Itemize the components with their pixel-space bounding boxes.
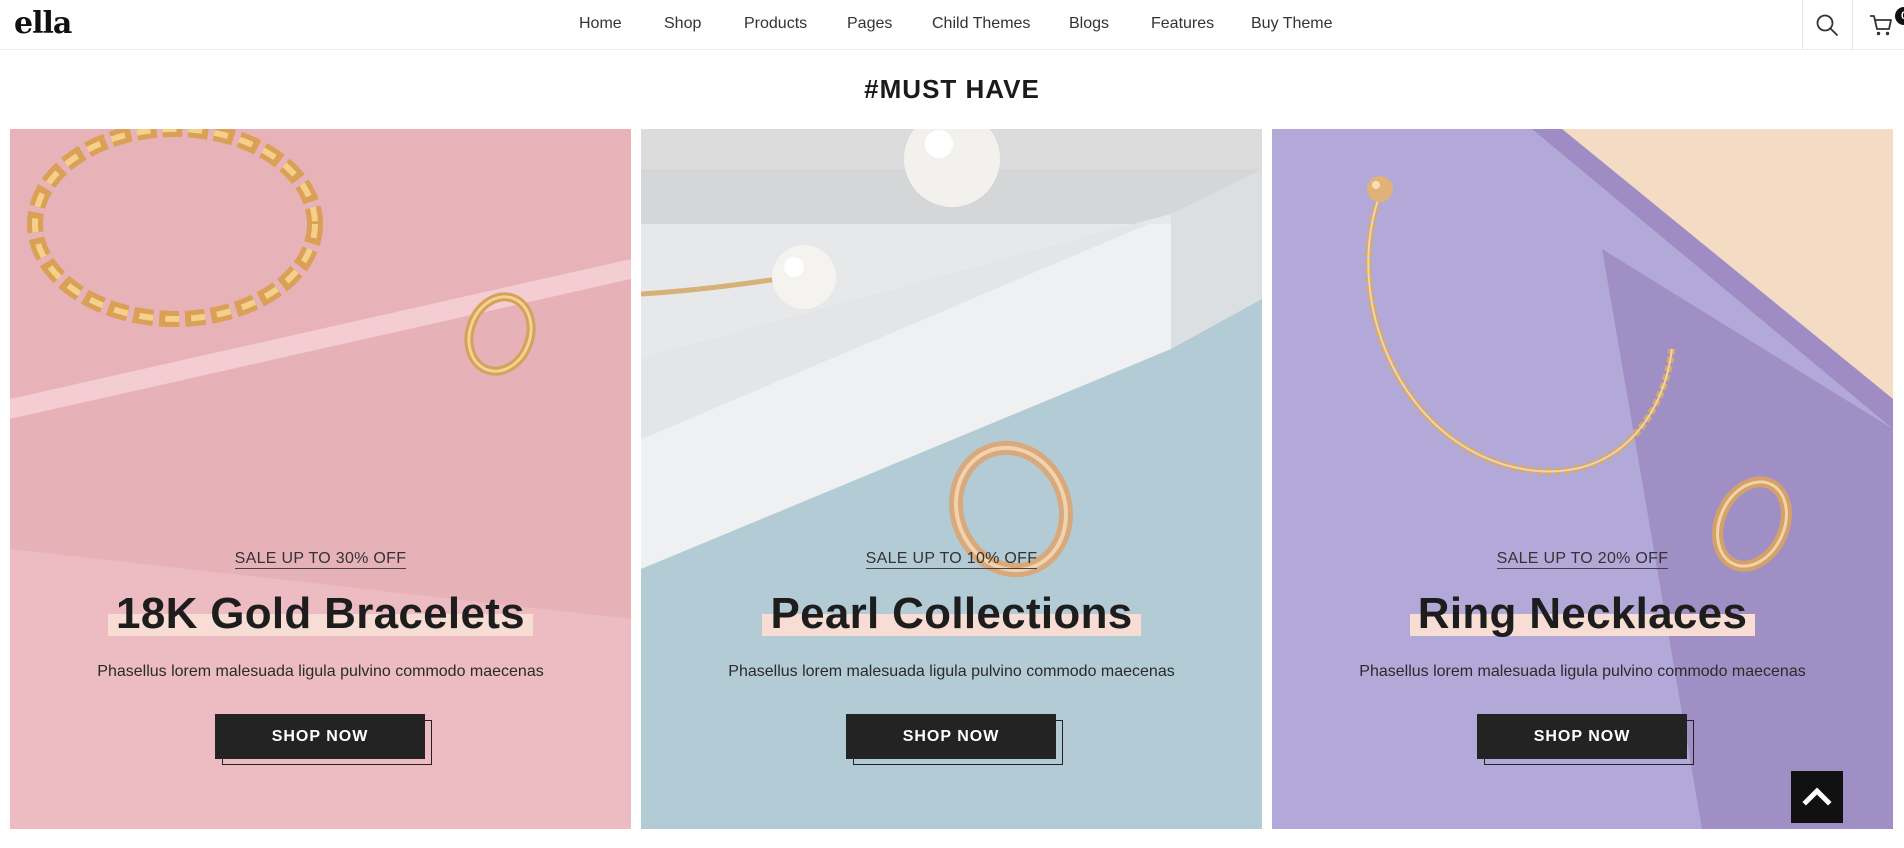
- nav-item-blogs[interactable]: Blogs: [1069, 15, 1109, 33]
- sale-label[interactable]: SALE UP TO 20% OFF: [1272, 550, 1893, 569]
- nav-item-pages[interactable]: Pages: [847, 15, 892, 33]
- nav-item-shop[interactable]: Shop: [664, 15, 701, 33]
- card-title: 18K Gold Bracelets: [108, 586, 533, 642]
- card-content: SALE UP TO 10% OFF Pearl Collections Pha…: [641, 129, 1262, 829]
- promo-card-gold-bracelets[interactable]: SALE UP TO 30% OFF 18K Gold Bracelets Ph…: [10, 129, 631, 829]
- card-title: Pearl Collections: [762, 586, 1141, 642]
- sale-label[interactable]: SALE UP TO 10% OFF: [641, 550, 1262, 569]
- nav-item-products[interactable]: Products: [744, 15, 807, 33]
- card-title-text: 18K Gold Bracelets: [116, 589, 525, 638]
- card-title-text: Ring Necklaces: [1417, 589, 1748, 638]
- cart-icon[interactable]: [1868, 12, 1894, 38]
- card-description: Phasellus lorem malesuada ligula pulvino…: [1359, 663, 1806, 680]
- search-icon[interactable]: [1814, 12, 1840, 38]
- nav-item-child-themes[interactable]: Child Themes: [932, 15, 1030, 33]
- shop-now-button-wrap: SHOP NOW: [215, 714, 432, 766]
- header-divider: [1802, 0, 1803, 50]
- shop-now-button[interactable]: SHOP NOW: [215, 714, 425, 759]
- nav-item-features[interactable]: Features: [1151, 15, 1214, 33]
- main-nav: Home Shop Products Pages Child Themes Bl…: [0, 0, 1904, 50]
- shop-now-button[interactable]: SHOP NOW: [846, 714, 1056, 759]
- card-title-wrap: Pearl Collections: [641, 586, 1262, 642]
- promo-card-ring-necklaces[interactable]: SALE UP TO 20% OFF Ring Necklaces Phasel…: [1272, 129, 1893, 829]
- sale-label[interactable]: SALE UP TO 30% OFF: [10, 550, 631, 569]
- card-description: Phasellus lorem malesuada ligula pulvino…: [97, 663, 544, 680]
- section-title: #MUST HAVE: [864, 74, 1040, 104]
- promo-card-pearl-collections[interactable]: SALE UP TO 10% OFF Pearl Collections Pha…: [641, 129, 1262, 829]
- card-title-wrap: 18K Gold Bracelets: [10, 586, 631, 642]
- card-description: Phasellus lorem malesuada ligula pulvino…: [728, 663, 1175, 680]
- card-title-text: Pearl Collections: [770, 589, 1133, 638]
- card-title-wrap: Ring Necklaces: [1272, 586, 1893, 642]
- chevron-up-icon: [1802, 787, 1832, 806]
- nav-item-buy-theme[interactable]: Buy Theme: [1251, 15, 1333, 33]
- card-title: Ring Necklaces: [1409, 586, 1756, 642]
- card-content: SALE UP TO 30% OFF 18K Gold Bracelets Ph…: [10, 129, 631, 829]
- shop-now-button-wrap: SHOP NOW: [1477, 714, 1694, 766]
- back-to-top-button[interactable]: [1791, 771, 1843, 823]
- header-divider: [1852, 0, 1853, 50]
- shop-now-button[interactable]: SHOP NOW: [1477, 714, 1687, 759]
- site-header: ella Home Shop Products Pages Child Them…: [0, 0, 1904, 50]
- card-content: SALE UP TO 20% OFF Ring Necklaces Phasel…: [1272, 129, 1893, 829]
- nav-item-home[interactable]: Home: [579, 15, 622, 33]
- shop-now-button-wrap: SHOP NOW: [846, 714, 1063, 766]
